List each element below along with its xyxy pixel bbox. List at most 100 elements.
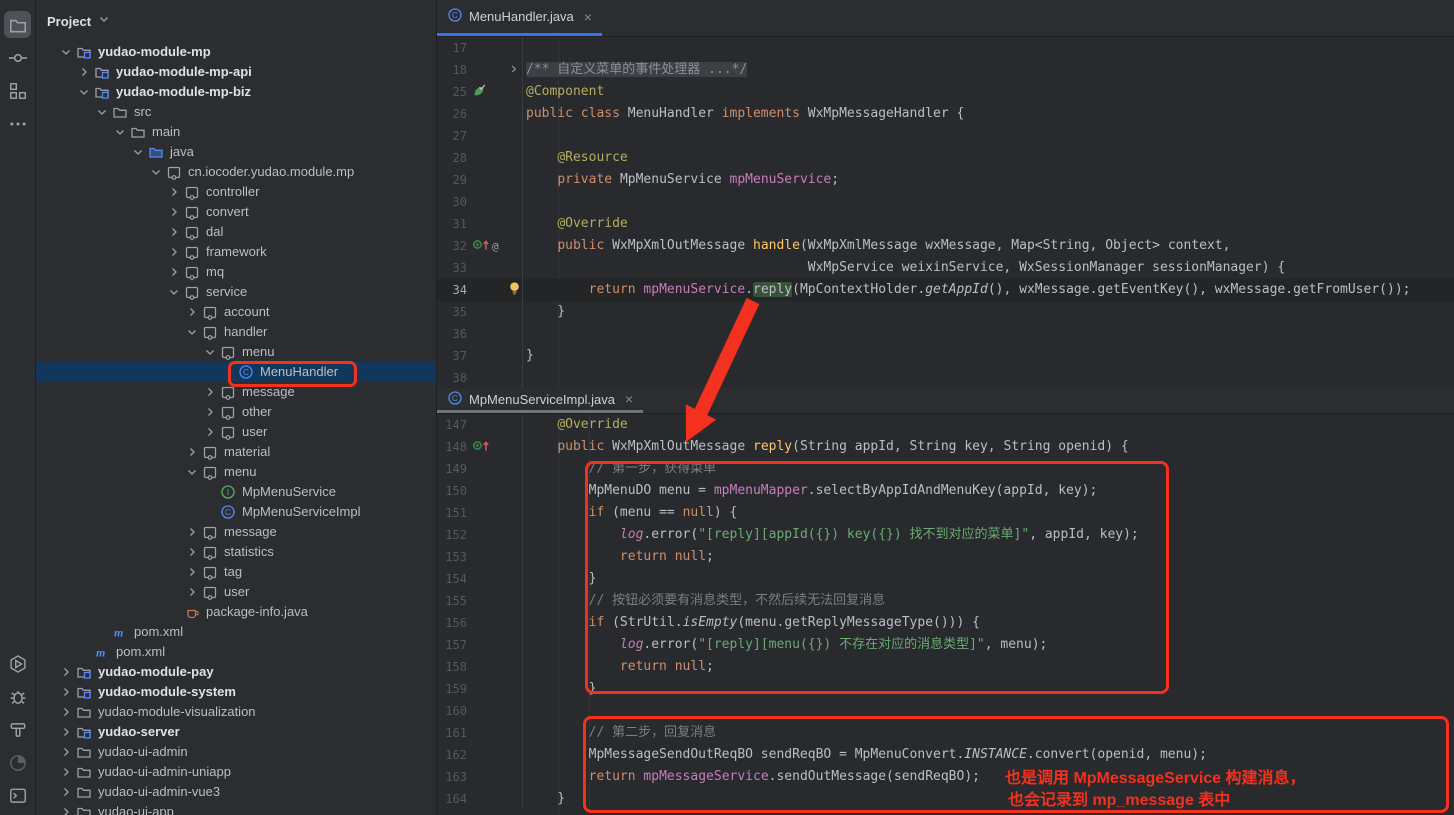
tree-row-yudao-module-mp[interactable]: yudao-module-mp <box>36 42 436 62</box>
tree-row-user[interactable]: user <box>36 582 436 602</box>
class-icon: C <box>447 7 463 26</box>
bulb-icon[interactable] <box>508 281 521 299</box>
tree-row-pom-xml[interactable]: mpom.xml <box>36 622 436 642</box>
chevron-right-icon[interactable] <box>165 244 183 260</box>
chevron-down-icon[interactable] <box>111 124 129 140</box>
tree-row-statistics[interactable]: statistics <box>36 542 436 562</box>
spring-icon[interactable] <box>472 84 486 101</box>
tree-row-menu[interactable]: menu <box>36 462 436 482</box>
chevron-right-icon[interactable] <box>165 184 183 200</box>
tree-row-yudao-module-visualization[interactable]: yudao-module-visualization <box>36 702 436 722</box>
tree-row-controller[interactable]: controller <box>36 182 436 202</box>
chevron-right-icon[interactable] <box>183 564 201 580</box>
chevron-down-icon[interactable] <box>129 144 147 160</box>
tree-row-mpmenuserviceimpl[interactable]: CMpMenuServiceImpl <box>36 502 436 522</box>
tree-row-handler[interactable]: handler <box>36 322 436 342</box>
tree-row-yudao-ui-app[interactable]: yudao-ui-app <box>36 802 436 815</box>
tree-row-menuhandler[interactable]: CMenuHandler <box>36 362 436 382</box>
chevron-right-icon[interactable] <box>165 264 183 280</box>
tree-row-pom-xml[interactable]: mpom.xml <box>36 642 436 662</box>
chevron-right-icon[interactable] <box>57 744 75 760</box>
terminal-icon[interactable] <box>4 782 31 809</box>
code-line: 18/** 自定义菜单的事件处理器 ...*/ <box>437 59 1454 81</box>
tree-row-cn-iocoder-yudao-module-mp[interactable]: cn.iocoder.yudao.module.mp <box>36 162 436 182</box>
tree-row-main[interactable]: main <box>36 122 436 142</box>
more-tools-icon[interactable] <box>4 110 31 137</box>
chevron-right-icon[interactable] <box>183 304 201 320</box>
editor-column: C MenuHandler.java × 1718/** 自定义菜单的事件处理器… <box>437 0 1454 815</box>
chevron-right-icon[interactable] <box>183 524 201 540</box>
code-area-menuhandler[interactable]: 1718/** 自定义菜单的事件处理器 ...*/25@Component26p… <box>437 37 1454 388</box>
chevron-right-icon[interactable] <box>75 64 93 80</box>
chevron-down-icon[interactable] <box>183 464 201 480</box>
gutter: 164 <box>437 788 523 810</box>
chevron-right-icon[interactable] <box>57 724 75 740</box>
chevron-down-icon[interactable] <box>57 44 75 60</box>
tree-row-convert[interactable]: convert <box>36 202 436 222</box>
tree-row-message[interactable]: message <box>36 522 436 542</box>
tree-row-yudao-ui-admin-uniapp[interactable]: yudao-ui-admin-uniapp <box>36 762 436 782</box>
services-icon[interactable] <box>4 650 31 677</box>
tree-row-yudao-module-mp-api[interactable]: yudao-module-mp-api <box>36 62 436 82</box>
chevron-down-icon[interactable] <box>201 344 219 360</box>
chevron-right-icon[interactable] <box>201 424 219 440</box>
tree-row-yudao-module-pay[interactable]: yudao-module-pay <box>36 662 436 682</box>
project-icon[interactable] <box>4 11 31 38</box>
chevron-right-icon[interactable] <box>57 784 75 800</box>
tree-row-tag[interactable]: tag <box>36 562 436 582</box>
code-area-mpmenuserviceimpl[interactable]: 147 @Override148O public WxMpXmlOutMessa… <box>437 414 1454 815</box>
override-icon[interactable]: O <box>472 439 490 455</box>
tree-row-yudao-ui-admin[interactable]: yudao-ui-admin <box>36 742 436 762</box>
commit-icon[interactable] <box>4 44 31 71</box>
tree-row-framework[interactable]: framework <box>36 242 436 262</box>
close-icon[interactable]: × <box>621 391 633 407</box>
line-number: 34 <box>437 283 467 297</box>
close-icon[interactable]: × <box>580 9 592 25</box>
tab-mpmenuserviceimpl-java[interactable]: C MpMenuServiceImpl.java × <box>437 388 643 413</box>
profiler-icon[interactable] <box>4 749 31 776</box>
tree-row-package-info-java[interactable]: package-info.java <box>36 602 436 622</box>
tree-row-menu[interactable]: menu <box>36 342 436 362</box>
chevron-right-icon[interactable] <box>57 804 75 815</box>
chevron-right-icon[interactable] <box>57 764 75 780</box>
tree-row-yudao-server[interactable]: yudao-server <box>36 722 436 742</box>
tree-row-mpmenuservice[interactable]: IMpMenuService <box>36 482 436 502</box>
chevron-right-icon[interactable] <box>165 204 183 220</box>
chevron-right-icon[interactable] <box>183 444 201 460</box>
chevron-down-icon[interactable] <box>165 284 183 300</box>
tree-row-yudao-module-system[interactable]: yudao-module-system <box>36 682 436 702</box>
chevron-right-icon[interactable] <box>201 404 219 420</box>
tree-row-account[interactable]: account <box>36 302 436 322</box>
chevron-right-icon[interactable] <box>183 584 201 600</box>
tab-menuhandler-java[interactable]: C MenuHandler.java × <box>437 0 602 36</box>
tree-row-yudao-module-mp-biz[interactable]: yudao-module-mp-biz <box>36 82 436 102</box>
override-icon[interactable]: O <box>472 238 490 254</box>
tree-row-service[interactable]: service <box>36 282 436 302</box>
chevron-down-icon[interactable] <box>75 84 93 100</box>
chevron-down-icon[interactable] <box>147 164 165 180</box>
tree-row-dal[interactable]: dal <box>36 222 436 242</box>
structure-icon[interactable] <box>4 77 31 104</box>
chevron-right-icon[interactable] <box>57 704 75 720</box>
tree-row-other[interactable]: other <box>36 402 436 422</box>
chevron-down-icon[interactable] <box>183 324 201 340</box>
tree-row-mq[interactable]: mq <box>36 262 436 282</box>
chevron-right-icon[interactable] <box>165 224 183 240</box>
at-icon[interactable]: @ <box>492 239 499 253</box>
tree-row-src[interactable]: src <box>36 102 436 122</box>
tree-row-material[interactable]: material <box>36 442 436 462</box>
debug-icon[interactable] <box>4 683 31 710</box>
chevron-right-icon[interactable] <box>57 684 75 700</box>
chevron-down-icon[interactable] <box>93 104 111 120</box>
project-panel-header[interactable]: Project <box>36 0 436 42</box>
fold-icon[interactable] <box>508 63 520 78</box>
build-icon[interactable] <box>4 716 31 743</box>
tree-row-user[interactable]: user <box>36 422 436 442</box>
tree-row-yudao-ui-admin-vue3[interactable]: yudao-ui-admin-vue3 <box>36 782 436 802</box>
tree-row-java[interactable]: java <box>36 142 436 162</box>
chevron-right-icon[interactable] <box>183 544 201 560</box>
line-number: 37 <box>437 349 467 363</box>
chevron-right-icon[interactable] <box>201 384 219 400</box>
chevron-right-icon[interactable] <box>57 664 75 680</box>
tree-row-message[interactable]: message <box>36 382 436 402</box>
